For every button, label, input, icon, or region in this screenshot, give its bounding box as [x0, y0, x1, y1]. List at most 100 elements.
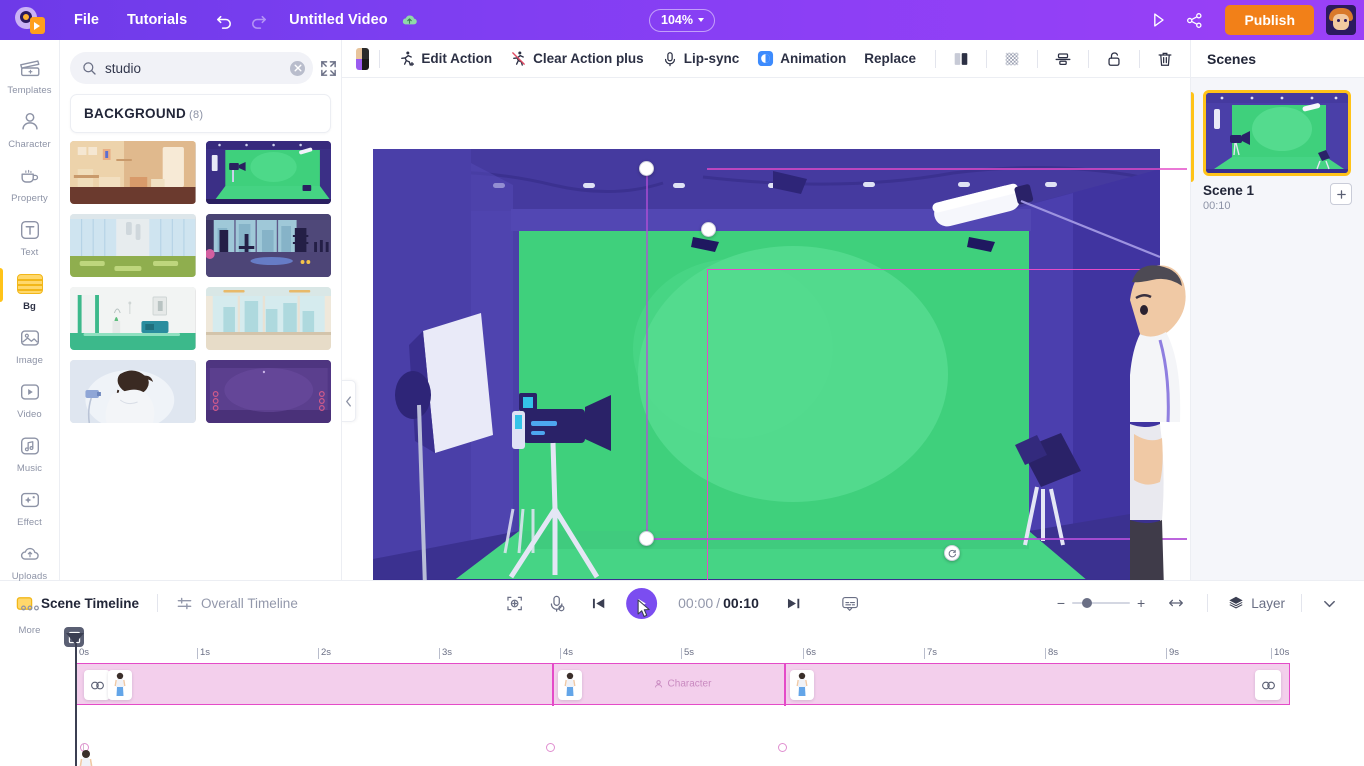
skip-previous-icon[interactable] — [577, 583, 619, 623]
category-header[interactable]: BACKGROUND (8) — [70, 94, 331, 133]
playhead-handle[interactable] — [66, 633, 84, 644]
canvas-toolbar-right: Replace — [855, 40, 1180, 78]
replace-button[interactable]: Replace — [855, 40, 925, 78]
app-logo-icon[interactable] — [0, 0, 60, 40]
sidebar-item-uploads[interactable]: Uploads — [0, 534, 60, 588]
clear-icon[interactable] — [290, 60, 305, 76]
publish-button[interactable]: Publish — [1225, 5, 1314, 35]
focus-target-icon[interactable] — [493, 583, 535, 623]
skip-next-icon[interactable] — [773, 583, 815, 623]
add-scene-icon[interactable] — [1330, 183, 1352, 205]
sidebar-item-templates[interactable]: Templates — [0, 48, 60, 102]
sidebar-item-property[interactable]: Property — [0, 156, 60, 210]
character-keyframe-thumb[interactable] — [558, 670, 582, 700]
ruler-tick: 1s — [197, 647, 210, 659]
fit-width-icon[interactable] — [1155, 583, 1197, 623]
thumb-green-hall[interactable] — [70, 287, 196, 350]
zoom-slider-knob[interactable] — [1082, 598, 1093, 608]
clip-segment-divider[interactable] — [784, 664, 786, 706]
sidebar-item-label: Uploads — [11, 571, 48, 582]
clear-action-plus-button[interactable]: Clear Action plus — [501, 40, 653, 78]
character-clip[interactable]: Character — [75, 663, 1290, 706]
rotate-handle[interactable] — [944, 545, 960, 561]
sidebar-item-text[interactable]: Text — [0, 210, 60, 264]
unlock-icon[interactable] — [1099, 44, 1129, 74]
timeline-ruler[interactable]: 0s 1s 2s 3s 4s 5s 6s 7s 8s 9s 10s — [0, 647, 1364, 663]
cloud-sync-icon[interactable] — [400, 11, 419, 30]
keyframe-marker[interactable] — [778, 743, 787, 752]
undo-icon[interactable] — [207, 0, 241, 40]
character-keyframe-thumb[interactable] — [790, 670, 814, 700]
clip-label-text: Character — [667, 678, 712, 690]
menu-tutorials[interactable]: Tutorials — [113, 0, 201, 40]
video-canvas[interactable] — [373, 149, 1160, 580]
search-box[interactable] — [70, 52, 313, 84]
subtitle-icon[interactable] — [829, 583, 871, 623]
keyframe-marker[interactable] — [546, 743, 555, 752]
sidebar-item-more[interactable]: More — [0, 588, 60, 642]
avatar[interactable] — [1326, 5, 1356, 35]
ruler-tick: 7s — [924, 647, 937, 659]
play-button[interactable] — [626, 587, 658, 619]
sidebar-item-music[interactable]: Music — [0, 426, 60, 480]
color-swatch-icon[interactable] — [356, 47, 369, 70]
search-input[interactable] — [105, 60, 282, 76]
divider — [378, 49, 380, 68]
sidebar-item-label: Music — [16, 463, 43, 474]
transparency-icon[interactable] — [997, 44, 1027, 74]
character-keyframe-thumb[interactable] — [108, 670, 132, 700]
flip-horizontal-icon[interactable] — [946, 44, 976, 74]
sidebar-item-image[interactable]: Image — [0, 318, 60, 372]
loop-icon-end[interactable] — [1255, 670, 1281, 700]
sidebar-item-video[interactable]: Video — [0, 372, 60, 426]
thumb-gym[interactable] — [205, 214, 331, 277]
overall-timeline-icon — [176, 595, 193, 612]
animation-button[interactable]: Animation — [748, 40, 855, 78]
sidebar-item-character[interactable]: Character — [0, 102, 60, 156]
animation-icon — [757, 50, 774, 67]
thumb-vr-person[interactable] — [70, 360, 196, 423]
chevron-down-icon[interactable] — [1308, 583, 1350, 623]
stage — [342, 78, 1190, 580]
redo-icon[interactable] — [241, 0, 275, 40]
zoom-level-dropdown[interactable]: 104% — [649, 8, 715, 32]
thumb-purple-stage[interactable] — [205, 360, 331, 423]
thumb-green-screen-studio[interactable] — [205, 141, 331, 204]
thumb-office-windows[interactable] — [205, 287, 331, 350]
resize-handle-top[interactable] — [639, 161, 654, 176]
loop-icon-start[interactable] — [84, 670, 110, 700]
divider — [1301, 594, 1302, 612]
keyframe-preview-thumb[interactable] — [78, 749, 94, 766]
microphone-record-icon[interactable] — [535, 583, 577, 623]
canvas-toolbar: Edit Action Clear Action plus Lip-sync A… — [342, 40, 1190, 78]
zoom-in-label[interactable]: + — [1137, 596, 1145, 610]
clip-segment-divider[interactable] — [552, 664, 554, 706]
share-icon[interactable] — [1177, 0, 1211, 40]
align-icon[interactable] — [1048, 44, 1078, 74]
delete-icon[interactable] — [1150, 44, 1180, 74]
lip-sync-button[interactable]: Lip-sync — [653, 40, 749, 78]
play-preview-icon[interactable] — [1141, 0, 1175, 40]
chevron-left-icon[interactable] — [342, 380, 356, 422]
text-icon — [17, 217, 43, 243]
tab-overall-timeline[interactable]: Overall Timeline — [176, 595, 298, 612]
sidebar-item-effect[interactable]: Effect — [0, 480, 60, 534]
timeline-zoom-slider[interactable]: − + — [1057, 596, 1145, 610]
thumb-living-room[interactable] — [70, 141, 196, 204]
playhead[interactable] — [66, 633, 84, 766]
timeline-panel: Scene Timeline Overall Timeline 00:00 / … — [0, 580, 1364, 766]
zoom-slider-track[interactable] — [1072, 598, 1131, 608]
expand-icon[interactable] — [319, 55, 338, 81]
background-icon — [16, 271, 43, 297]
sidebar-item-bg[interactable]: Bg — [0, 264, 60, 318]
zoom-out-label[interactable]: − — [1057, 596, 1065, 610]
ruler-tick: 10s — [1271, 647, 1289, 659]
dragged-character[interactable] — [1130, 264, 1190, 580]
resize-handle-bottom[interactable] — [639, 531, 654, 546]
edit-action-button[interactable]: Edit Action — [389, 40, 501, 78]
menu-file[interactable]: File — [60, 0, 113, 40]
scene-thumbnail[interactable] — [1203, 90, 1351, 176]
thumb-glass-lobby[interactable] — [70, 214, 196, 277]
layer-button[interactable]: Layer — [1218, 595, 1295, 611]
top-bar-right: Publish — [1141, 0, 1364, 40]
